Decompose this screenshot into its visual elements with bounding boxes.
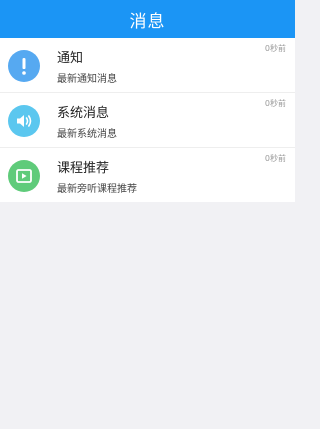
message-preview: 最新旁听课程推荐 bbox=[57, 184, 137, 195]
message-item-notice[interactable]: 通知 最新通知消息 0秒前 bbox=[0, 38, 295, 93]
message-preview: 最新系统消息 bbox=[57, 129, 117, 140]
message-title: 通知 bbox=[57, 51, 84, 66]
message-title: 系统消息 bbox=[57, 106, 110, 121]
page-title: 消息 bbox=[129, 11, 166, 32]
video-play-icon bbox=[16, 169, 32, 183]
notice-avatar bbox=[8, 50, 40, 82]
message-item-system[interactable]: 系统消息 最新系统消息 0秒前 bbox=[0, 93, 295, 148]
app-header: 消息 bbox=[0, 0, 295, 38]
speaker-icon bbox=[17, 115, 32, 127]
exclamation-icon bbox=[22, 58, 26, 75]
message-time: 0秒前 bbox=[264, 154, 286, 163]
course-avatar bbox=[8, 160, 40, 192]
message-item-course[interactable]: 课程推荐 最新旁听课程推荐 0秒前 bbox=[0, 148, 295, 202]
system-avatar bbox=[8, 105, 40, 137]
message-time: 0秒前 bbox=[264, 99, 286, 108]
message-preview: 最新通知消息 bbox=[57, 74, 117, 85]
message-title: 课程推荐 bbox=[57, 161, 110, 176]
message-list: 通知 最新通知消息 0秒前 系统消息 最新系统消息 0秒前 课程推荐 最新旁听课… bbox=[0, 38, 295, 202]
message-time: 0秒前 bbox=[264, 44, 286, 53]
